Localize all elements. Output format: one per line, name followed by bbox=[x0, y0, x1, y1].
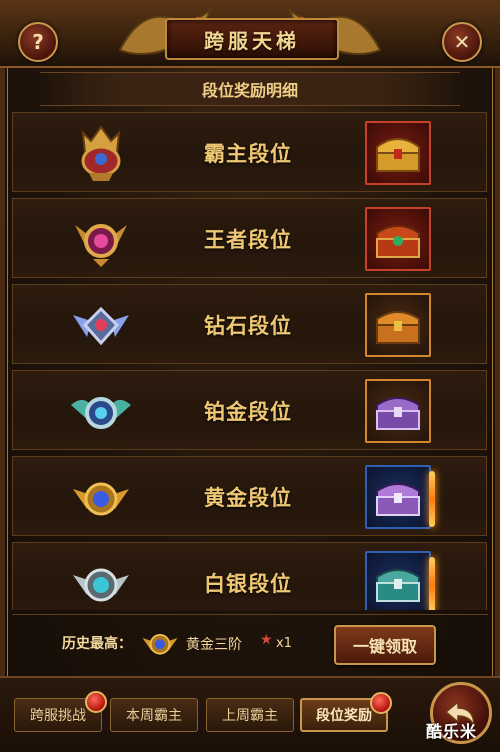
tab-label: 跨服挑战 bbox=[30, 708, 86, 724]
purple-chest-icon bbox=[376, 397, 420, 430]
bottom-tab-bar: 跨服挑战 本周霸主 上周霸主 段位奖励 bbox=[0, 676, 500, 752]
history-rank: 黄金三阶 bbox=[186, 637, 242, 653]
overlord-emblem-icon bbox=[81, 125, 121, 181]
section-title: 段位奖励明细 bbox=[201, 81, 298, 100]
rank-reward-list[interactable]: 霸主段位 王者段位 钻石段位 铂金段位 黄金段位 白银段位 bbox=[12, 112, 490, 610]
tab-label: 本周霸主 bbox=[126, 708, 182, 724]
title-plaque: 跨服天梯 bbox=[165, 18, 339, 60]
rank-label: 钻石段位 bbox=[204, 314, 292, 338]
rank-row-diamond: 钻石段位 bbox=[12, 284, 487, 364]
page-title: 跨服天梯 bbox=[204, 28, 300, 53]
notification-badge bbox=[85, 691, 107, 713]
rank-label: 黄金段位 bbox=[204, 486, 292, 510]
gold-emblem-icon bbox=[73, 482, 129, 516]
gold-chest-icon bbox=[376, 138, 420, 172]
history-summary: 历史最高： 黄金三阶 ★ x1 一键领取 bbox=[12, 614, 488, 673]
jeweled-chest-icon bbox=[376, 225, 420, 258]
star-count: x1 bbox=[276, 636, 292, 651]
claim-all-button[interactable]: 一键领取 bbox=[334, 625, 436, 665]
history-label: 历史最高： bbox=[62, 636, 132, 652]
reward-chest-button[interactable] bbox=[365, 551, 431, 610]
rank-label: 王者段位 bbox=[204, 228, 292, 252]
rank-label: 铂金段位 bbox=[204, 400, 292, 424]
rank-row-platinum: 铂金段位 bbox=[12, 370, 487, 450]
star-icon: ★ bbox=[260, 632, 273, 648]
tab-last-week-overlord[interactable]: 上周霸主 bbox=[206, 698, 294, 732]
platinum-emblem-icon bbox=[71, 397, 131, 429]
glow-effect bbox=[429, 557, 435, 610]
glow-effect bbox=[429, 471, 435, 527]
watermark-text: 酷乐米 bbox=[426, 722, 478, 741]
rank-label: 霸主段位 bbox=[204, 142, 292, 166]
tab-rank-rewards[interactable]: 段位奖励 bbox=[300, 692, 392, 732]
gold-emblem-icon bbox=[142, 633, 178, 655]
orange-chest-icon bbox=[376, 311, 420, 344]
question-icon: ? bbox=[32, 30, 44, 54]
help-button[interactable]: ? bbox=[18, 22, 58, 62]
rank-label: 白银段位 bbox=[204, 572, 292, 596]
close-icon: ✕ bbox=[453, 30, 471, 54]
tab-label: 段位奖励 bbox=[316, 708, 372, 724]
king-emblem-icon bbox=[75, 224, 127, 267]
tab-this-week-overlord[interactable]: 本周霸主 bbox=[110, 698, 198, 732]
notification-badge bbox=[370, 692, 392, 714]
close-button[interactable]: ✕ bbox=[442, 22, 482, 62]
rank-row-gold: 黄金段位 bbox=[12, 456, 487, 536]
reward-chest-button[interactable] bbox=[365, 121, 431, 185]
reward-chest-button[interactable] bbox=[365, 465, 431, 529]
silver-emblem-icon bbox=[73, 568, 129, 602]
reward-chest-button[interactable] bbox=[365, 207, 431, 271]
tab-label: 上周霸主 bbox=[222, 708, 278, 724]
tab-cross-server-challenge[interactable]: 跨服挑战 bbox=[14, 691, 107, 732]
section-header: 段位奖励明细 bbox=[40, 72, 460, 106]
rank-row-overlord: 霸主段位 bbox=[12, 112, 487, 192]
rank-row-silver: 白银段位 bbox=[12, 542, 487, 610]
title-bar: 跨服天梯 ? ✕ bbox=[0, 0, 500, 68]
rank-row-king: 王者段位 bbox=[12, 198, 487, 278]
diamond-emblem-icon bbox=[73, 306, 129, 346]
teal-chest-icon bbox=[376, 569, 420, 602]
reward-chest-button[interactable] bbox=[365, 293, 431, 357]
purple-chest-icon bbox=[376, 483, 420, 516]
reward-chest-button[interactable] bbox=[365, 379, 431, 443]
